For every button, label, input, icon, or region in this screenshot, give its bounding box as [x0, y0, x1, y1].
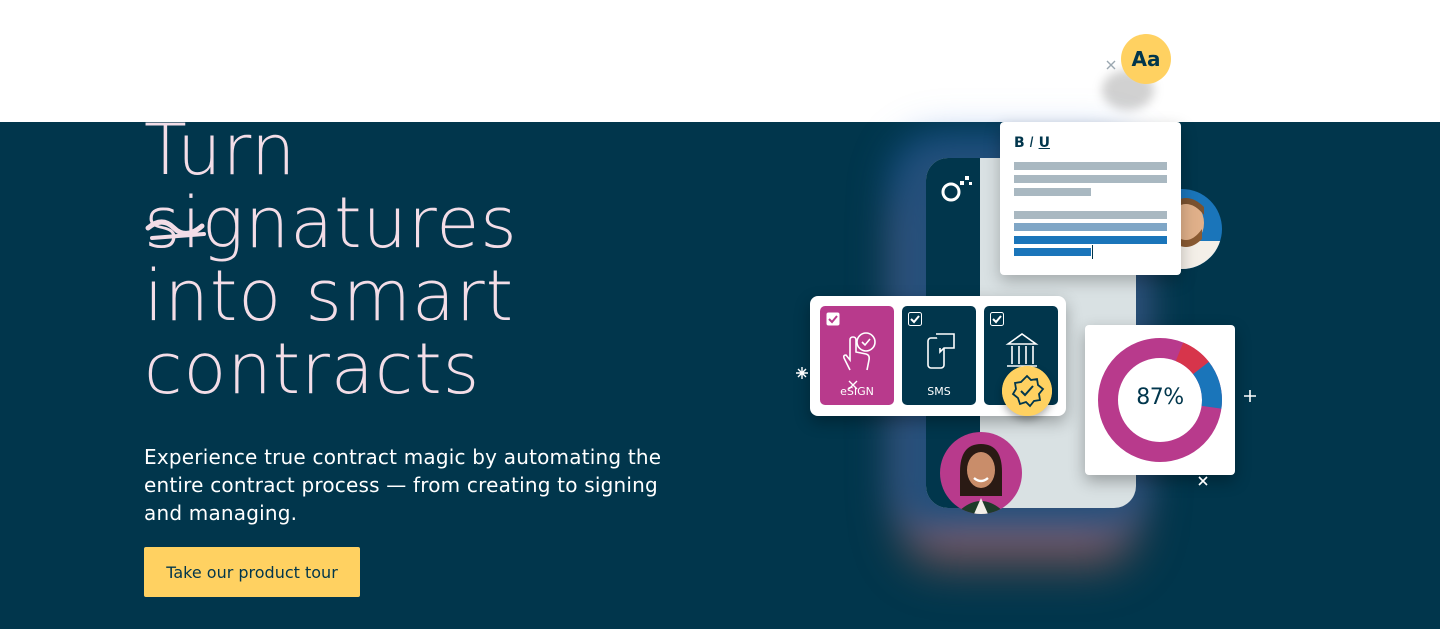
hero-illustration: Aa B I U eSIGN SMS 87%: [780, 30, 1260, 550]
completion-card: 87%: [1085, 325, 1235, 475]
option-esign[interactable]: eSIGN: [820, 306, 894, 405]
checkbox-icon: [990, 312, 1004, 326]
hero-headline: Turn signatures into smart contracts: [144, 114, 704, 406]
editor-toolbar: B I U: [1014, 135, 1050, 151]
checkbox-icon: [908, 312, 922, 326]
sparkle-icon: [796, 367, 808, 379]
headline-line-4: contracts: [144, 328, 481, 410]
donut-segment-red: [1175, 342, 1209, 375]
hero-description: Experience true contract magic by automa…: [144, 445, 662, 525]
bold-button[interactable]: B: [1014, 135, 1025, 151]
scribble-icon: [145, 219, 206, 240]
text-line: [1014, 175, 1167, 183]
text-cursor: [1092, 245, 1093, 259]
text-line-selected: [1014, 223, 1167, 231]
headline-line-2: signatures: [144, 182, 518, 264]
completion-percentage: 87%: [1136, 385, 1184, 410]
avatar-woman: [940, 432, 1022, 514]
logo-mark-icon: [941, 176, 972, 202]
option-sms[interactable]: SMS: [902, 306, 976, 405]
hand-tap-check-icon: [842, 332, 876, 371]
sparkle-icon: [848, 380, 858, 390]
headline-line-1: Turn: [144, 109, 297, 191]
text-line: [1014, 188, 1091, 196]
text-line: [1014, 211, 1167, 219]
document-editor-card: B I U: [1000, 122, 1181, 275]
product-tour-button[interactable]: Take our product tour: [144, 547, 360, 597]
checkbox-icon: [826, 312, 840, 326]
sparkle-icon: [1106, 60, 1116, 70]
text-line: [1014, 162, 1167, 170]
avatar-woman-illustration: [956, 444, 1006, 514]
option-sms-label: SMS: [927, 385, 951, 398]
sparkle-icon: [1244, 390, 1256, 402]
verified-badge-icon: [1002, 366, 1052, 416]
text-line-selected: [1014, 248, 1091, 256]
text-line-selected: [1014, 236, 1167, 244]
sparkle-icon: [1198, 476, 1208, 486]
italic-button[interactable]: I: [1030, 135, 1034, 151]
font-badge: Aa: [1121, 34, 1171, 84]
headline-line-3: into smart: [144, 255, 515, 337]
underline-button[interactable]: U: [1039, 135, 1050, 151]
phone-message-icon: [927, 333, 955, 369]
